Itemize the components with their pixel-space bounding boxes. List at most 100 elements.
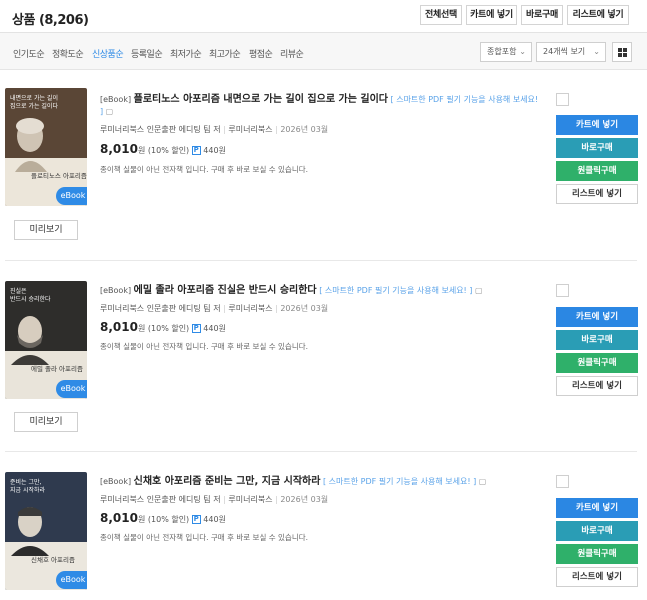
sort-accuracy[interactable]: 정확도순: [52, 47, 84, 60]
cover-title: 플로티노스 아포리즘: [31, 172, 87, 180]
sort-lowest-price[interactable]: 최저가순: [170, 47, 202, 60]
per-page-select-value: 24개씩 보기: [543, 47, 586, 56]
author[interactable]: 루미너리북스 인문출판 에디팅 팀 저: [100, 495, 221, 504]
sort-registered[interactable]: 등록일순: [131, 47, 163, 60]
product-description: 종이책 실물이 아닌 전자책 입니다. 구매 후 바로 보실 수 있습니다.: [100, 165, 309, 174]
buy-now-button[interactable]: 바로구매: [556, 521, 638, 541]
price-row: 8,010원 (10% 할인) P 440원: [100, 142, 226, 156]
sort-bar: 인기도순 정확도순 신상품순 등록일순 최저가순 최고가순 평점순 리뷰순 종합…: [0, 33, 647, 70]
add-to-cart-button[interactable]: 카트에 넣기: [556, 307, 638, 327]
item-divider: [5, 260, 637, 261]
item-checkbox[interactable]: [556, 93, 569, 106]
one-click-buy-button[interactable]: 원클릭구매: [556, 161, 638, 181]
pdf-note-link[interactable]: [ 스마트한 PDF 필기 기능을 사용해 보세요! ]: [323, 477, 476, 486]
result-count-title: 상품 (8,206): [12, 13, 89, 28]
discount-rate: (10% 할인): [147, 146, 190, 155]
publisher[interactable]: 루미너리북스: [228, 125, 272, 134]
price-value: 8,010: [100, 511, 138, 525]
product-description: 종이책 실물이 아닌 전자책 입니다. 구매 후 바로 보실 수 있습니다.: [100, 342, 309, 351]
ebook-tag: [eBook]: [100, 477, 132, 486]
add-to-list-button[interactable]: 리스트에 넣기: [556, 567, 638, 587]
price-value: 8,010: [100, 142, 138, 156]
ebook-badge: eBook: [56, 571, 87, 589]
preview-button[interactable]: 미리보기: [14, 220, 78, 240]
author[interactable]: 루미너리북스 인문출판 에디팅 팀 저: [100, 125, 221, 134]
publish-date: 2026년 03월: [280, 125, 329, 134]
cover-subtitle: 진실은 반드시 승리한다: [10, 288, 51, 303]
points-value: 440원: [203, 515, 226, 524]
author[interactable]: 루미너리북스 인문출판 에디팅 팀 저: [100, 304, 221, 313]
comment-icon: ▢: [105, 107, 114, 116]
publisher[interactable]: 루미너리북스: [228, 304, 272, 313]
add-to-cart-button[interactable]: 카트에 넣기: [556, 115, 638, 135]
sort-rating[interactable]: 평점순: [249, 47, 273, 60]
add-to-cart-button[interactable]: 카트에 넣기: [556, 498, 638, 518]
sort-highest-price[interactable]: 최고가순: [209, 47, 241, 60]
grid-view-button[interactable]: [612, 42, 632, 62]
buy-now-all-button[interactable]: 바로구매: [521, 5, 563, 25]
book-cover[interactable]: 준비는 그만, 지금 시작하라 신채호 아포리즘 eBook: [5, 472, 87, 590]
price-unit: 원: [137, 146, 146, 155]
book-meta: 루미너리북스 인문출판 에디팅 팀 저 | 루미너리북스 | 2026년 03월: [100, 304, 329, 313]
ebook-badge: eBook: [56, 380, 87, 398]
preview-button[interactable]: 미리보기: [14, 412, 78, 432]
product-title[interactable]: 신채호 아포리즘 준비는 그만, 지금 시작하라: [134, 476, 321, 487]
points-icon: P: [191, 515, 201, 524]
cover-portrait: [5, 307, 55, 365]
cover-portrait: [5, 114, 55, 172]
price-unit: 원: [137, 324, 146, 333]
publish-date: 2026년 03월: [280, 304, 329, 313]
ebook-tag: [eBook]: [100, 286, 132, 295]
price-unit: 원: [137, 515, 146, 524]
item-checkbox[interactable]: [556, 475, 569, 488]
add-to-cart-all-button[interactable]: 카트에 넣기: [466, 5, 517, 25]
buy-now-button[interactable]: 바로구매: [556, 138, 638, 158]
pdf-note-link[interactable]: [ 스마트한 PDF 필기 기능을 사용해 보세요! ]: [319, 286, 472, 295]
ebook-badge: eBook: [56, 187, 87, 205]
cover-title: 에밀 졸라 아포리즘: [31, 365, 83, 373]
add-to-list-button[interactable]: 리스트에 넣기: [556, 376, 638, 396]
sort-newest[interactable]: 신상품순: [92, 47, 124, 60]
points-value: 440원: [203, 324, 226, 333]
cover-title: 신채호 아포리즘: [31, 556, 75, 564]
product-title-line: [eBook] 신채호 아포리즘 준비는 그만, 지금 시작하라 [ 스마트한 …: [100, 476, 540, 488]
sort-reviews[interactable]: 리뷰순: [280, 47, 304, 60]
sort-popularity[interactable]: 인기도순: [13, 47, 45, 60]
product-title[interactable]: 에밀 졸라 아포리즘 진실은 반드시 승리한다: [134, 285, 317, 296]
price-row: 8,010원 (10% 할인) P 440원: [100, 511, 226, 525]
select-all-button[interactable]: 전체선택: [420, 5, 462, 25]
product-title[interactable]: 플로티노스 아포리즘 내면으로 가는 길이 집으로 가는 길이다: [134, 94, 388, 105]
discount-rate: (10% 할인): [147, 515, 190, 524]
one-click-buy-button[interactable]: 원클릭구매: [556, 544, 638, 564]
chevron-down-icon: ⌄: [519, 47, 526, 56]
book-meta: 루미너리북스 인문출판 에디팅 팀 저 | 루미너리북스 | 2026년 03월: [100, 495, 329, 504]
ebook-tag: [eBook]: [100, 95, 132, 104]
book-meta: 루미너리북스 인문출판 에디팅 팀 저 | 루미너리북스 | 2026년 03월: [100, 125, 329, 134]
chevron-down-icon: ⌄: [593, 47, 600, 56]
filter-select[interactable]: 종합포함 ⌄: [480, 42, 532, 62]
buy-now-button[interactable]: 바로구매: [556, 330, 638, 350]
book-cover[interactable]: 진실은 반드시 승리한다 에밀 졸라 아포리즘 eBook: [5, 281, 87, 399]
cover-portrait: [5, 498, 55, 556]
price-row: 8,010원 (10% 할인) P 440원: [100, 320, 226, 334]
points-icon: P: [191, 146, 201, 155]
points-icon: P: [191, 324, 201, 333]
discount-rate: (10% 할인): [147, 324, 190, 333]
publish-date: 2026년 03월: [280, 495, 329, 504]
comment-icon: ▢: [478, 477, 487, 486]
cover-subtitle: 준비는 그만, 지금 시작하라: [10, 479, 46, 494]
product-title-line: [eBook] 에밀 졸라 아포리즘 진실은 반드시 승리한다 [ 스마트한 P…: [100, 285, 540, 297]
filter-select-value: 종합포함: [487, 47, 517, 56]
add-to-list-all-button[interactable]: 리스트에 넣기: [567, 5, 629, 25]
book-cover[interactable]: 내면으로 가는 길이 집으로 가는 길이다 플로티노스 아포리즘 eBook: [5, 88, 87, 206]
item-divider: [5, 451, 637, 452]
results-header: 상품 (8,206) 전체선택 카트에 넣기 바로구매 리스트에 넣기: [0, 0, 647, 33]
per-page-select[interactable]: 24개씩 보기 ⌄: [536, 42, 606, 62]
product-description: 종이책 실물이 아닌 전자책 입니다. 구매 후 바로 보실 수 있습니다.: [100, 533, 309, 542]
publisher[interactable]: 루미너리북스: [228, 495, 272, 504]
price-value: 8,010: [100, 320, 138, 334]
add-to-list-button[interactable]: 리스트에 넣기: [556, 184, 638, 204]
comment-icon: ▢: [474, 286, 483, 295]
one-click-buy-button[interactable]: 원클릭구매: [556, 353, 638, 373]
item-checkbox[interactable]: [556, 284, 569, 297]
